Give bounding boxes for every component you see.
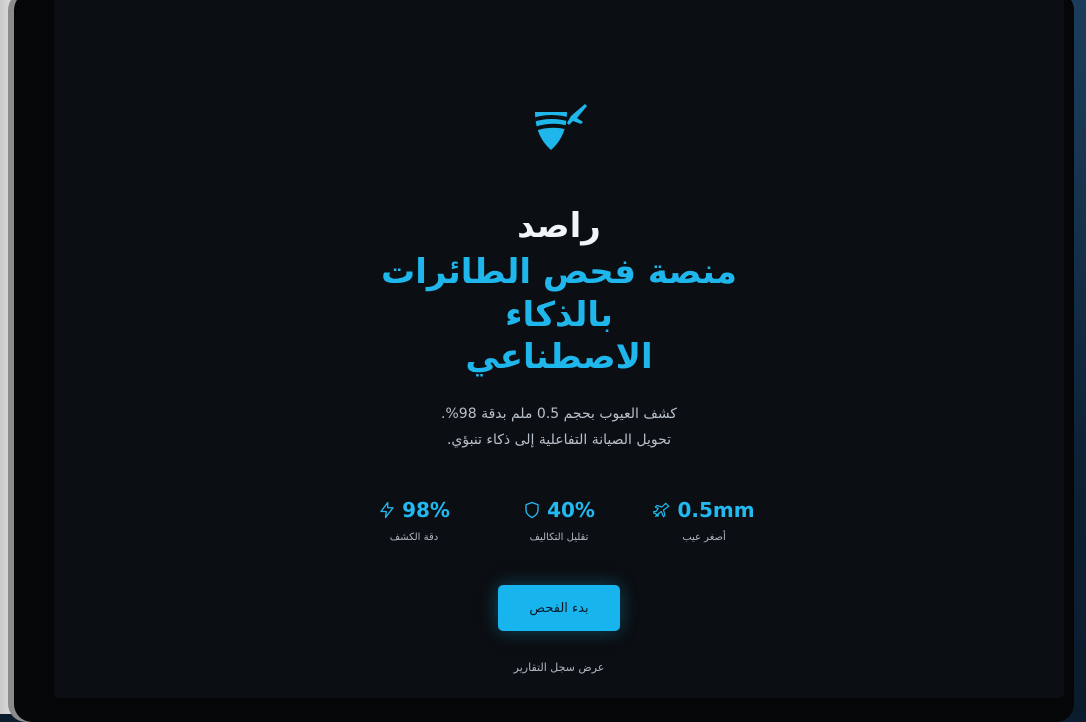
page-title: منصة فحص الطائرات بالذكاء الاصطناعي bbox=[339, 251, 779, 379]
airplane-icon bbox=[653, 501, 671, 519]
shield-icon bbox=[523, 501, 541, 519]
stat-value: 98% bbox=[402, 498, 450, 522]
start-inspection-button[interactable]: بدء الفحص bbox=[498, 585, 620, 631]
monitor-frame: راصد منصة فحص الطائرات بالذكاء الاصطناعي… bbox=[14, 0, 1074, 722]
lightning-icon bbox=[378, 501, 396, 519]
subtitle-line-1: كشف العيوب بحجم 0.5 ملم بدقة 98%. bbox=[441, 401, 677, 428]
view-reports-link[interactable]: عرض سجل التقارير bbox=[514, 661, 605, 674]
stat-smallest-defect: 0.5mm أصغر عيب bbox=[649, 498, 759, 543]
stat-cost-reduction: 40% تقليل التكاليف bbox=[504, 498, 614, 543]
brand-name: راصد bbox=[517, 208, 601, 245]
stat-label: دقة الكشف bbox=[390, 532, 438, 543]
stats-row: 0.5mm أصغر عيب 40% تقليل التكاليف bbox=[359, 498, 759, 543]
stat-label: تقليل التكاليف bbox=[530, 532, 589, 543]
stat-detection-accuracy: 98% دقة الكشف bbox=[359, 498, 469, 543]
stat-label: أصغر عيب bbox=[682, 532, 726, 543]
landing-content: راصد منصة فحص الطائرات بالذكاء الاصطناعي… bbox=[54, 0, 1064, 698]
subtitle: كشف العيوب بحجم 0.5 ملم بدقة 98%. تحويل … bbox=[441, 401, 677, 454]
stat-value: 0.5mm bbox=[677, 498, 754, 522]
screen: راصد منصة فحص الطائرات بالذكاء الاصطناعي… bbox=[54, 0, 1064, 698]
shield-airplane-icon bbox=[527, 100, 591, 156]
headline-line-1: منصة فحص الطائرات بالذكاء bbox=[339, 251, 779, 336]
stat-value: 40% bbox=[547, 498, 595, 522]
headline-line-2: الاصطناعي bbox=[339, 336, 779, 379]
subtitle-line-2: تحويل الصيانة التفاعلية إلى ذكاء تنبؤي. bbox=[441, 427, 677, 454]
